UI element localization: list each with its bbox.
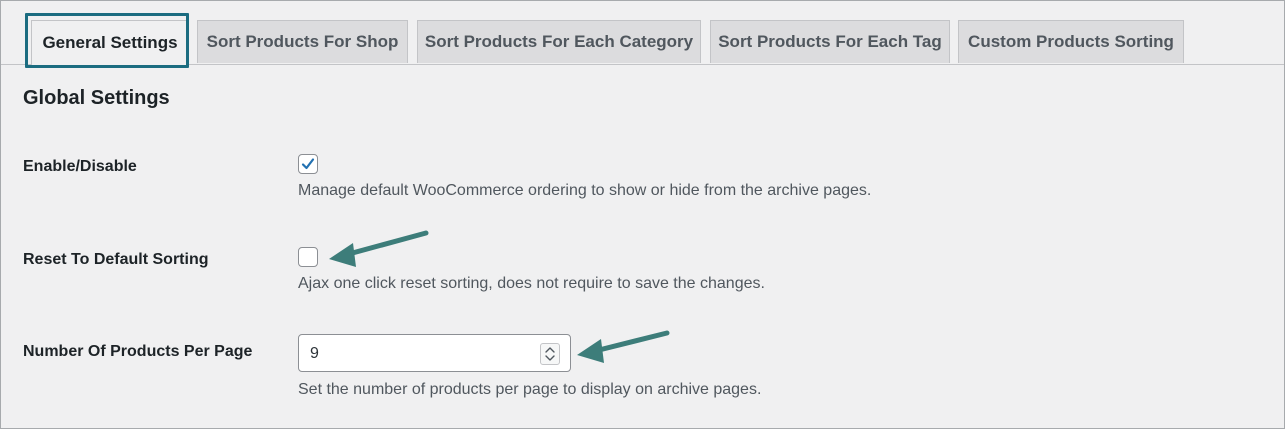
tab-label: Sort Products For Each Tag	[718, 32, 942, 51]
tab-sort-products-for-each-category[interactable]: Sort Products For Each Category	[417, 20, 701, 63]
annotation-arrow-icon	[329, 230, 429, 267]
checkmark-icon	[301, 158, 315, 170]
products-per-page-value: 9	[310, 345, 319, 362]
tab-label: Sort Products For Shop	[206, 32, 399, 51]
reset-sorting-label: Reset To Default Sorting	[23, 251, 209, 268]
enable-disable-description: Manage default WooCommerce ordering to s…	[298, 182, 872, 199]
enable-disable-label: Enable/Disable	[23, 158, 137, 175]
reset-sorting-description: Ajax one click reset sorting, does not r…	[298, 275, 765, 292]
annotation-arrow-icon	[577, 330, 670, 363]
tab-label: Custom Products Sorting	[968, 32, 1174, 51]
tab-sort-products-for-each-tag[interactable]: Sort Products For Each Tag	[710, 20, 950, 63]
settings-panel: General Settings Sort Products For Shop …	[0, 0, 1285, 429]
tab-general-settings[interactable]: General Settings	[31, 20, 189, 65]
tab-label: Sort Products For Each Category	[424, 32, 694, 51]
tab-custom-products-sorting[interactable]: Custom Products Sorting	[958, 20, 1184, 63]
products-per-page-input[interactable]: 9	[298, 334, 571, 372]
section-title: Global Settings	[23, 87, 170, 109]
reset-sorting-checkbox[interactable]	[298, 247, 318, 267]
tab-bar: General Settings Sort Products For Shop …	[1, 1, 1284, 68]
enable-disable-checkbox[interactable]	[298, 154, 318, 174]
tab-label: General Settings	[42, 33, 178, 52]
products-per-page-label: Number Of Products Per Page	[23, 343, 253, 360]
tab-sort-products-for-shop[interactable]: Sort Products For Shop	[197, 20, 408, 63]
products-per-page-description: Set the number of products per page to d…	[298, 381, 762, 398]
chevron-up-down-icon[interactable]	[540, 343, 560, 365]
